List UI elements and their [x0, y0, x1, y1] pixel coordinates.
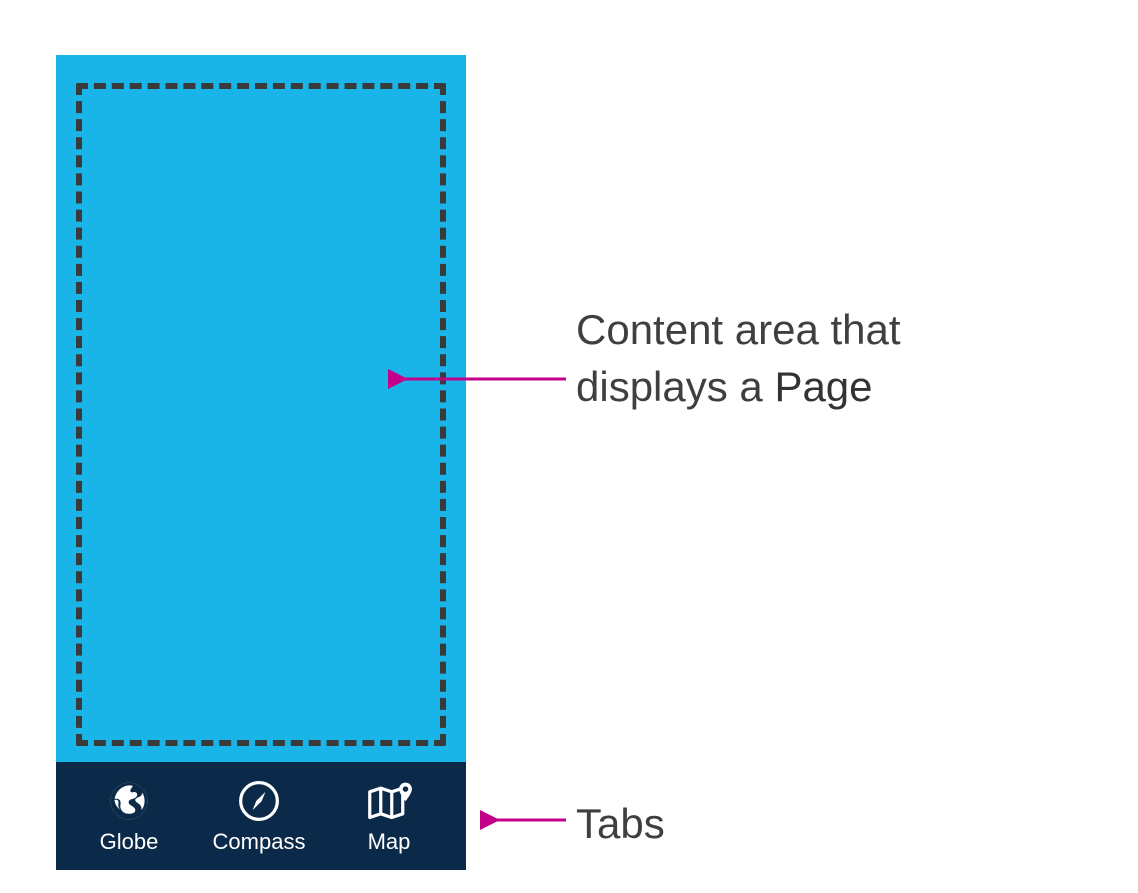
- map-icon: [365, 777, 413, 825]
- annotation-tabs-text: Tabs: [576, 800, 665, 847]
- tab-compass[interactable]: Compass: [194, 777, 324, 855]
- content-area: [56, 55, 466, 762]
- tab-map[interactable]: Map: [324, 777, 454, 855]
- compass-icon: [235, 777, 283, 825]
- tab-label: Globe: [100, 829, 159, 855]
- phone-frame: Globe Compass: [56, 55, 466, 870]
- arrow-to-tabs: [480, 808, 570, 832]
- tab-label: Compass: [213, 829, 306, 855]
- tab-label: Map: [368, 829, 411, 855]
- annotation-tabs: Tabs: [576, 796, 665, 853]
- arrow-to-content: [388, 367, 570, 391]
- annotation-text-line2-prefix: displays a: [576, 363, 774, 410]
- page-placeholder-outline: [76, 83, 446, 746]
- tab-globe[interactable]: Globe: [64, 777, 194, 855]
- annotation-content-area: Content area that displays a Page: [576, 302, 1036, 415]
- annotation-text-line1: Content area that: [576, 306, 901, 353]
- tab-bar: Globe Compass: [56, 762, 466, 870]
- globe-icon: [105, 777, 153, 825]
- annotation-text-line2-bold: Page: [774, 363, 872, 410]
